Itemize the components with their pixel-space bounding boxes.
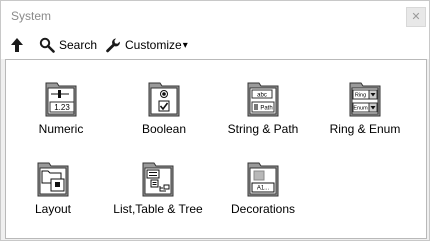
palette-item-label: Boolean [141,122,187,136]
palette-item-label: Numeric [38,122,84,136]
numeric-icon: 1.23 [45,82,77,117]
palette-item-decorations[interactable]: A1... Decorations [208,140,318,216]
palette-item-label: Decorations [230,202,296,216]
palette-item-label: String & Path [227,122,299,136]
palette-item-numeric[interactable]: 1.23 Numeric [6,60,116,136]
wrench-icon [106,38,120,53]
up-button[interactable] [9,36,25,54]
title-bar: System ✕ [1,1,429,31]
customize-label: Customize [125,38,182,52]
string-icon-value: abc [257,93,267,99]
path-icon-value: Path [260,106,272,112]
enum-icon-value: Enum [353,106,368,112]
search-label: Search [59,38,98,52]
decorations-icon-value: A1... [257,186,270,192]
ring-icon-value: Ring [355,93,366,99]
palette-item-ring-enum[interactable]: Ring Enum Ring & Enum [310,60,420,136]
decorations-icon: A1... [247,162,279,197]
palette-item-label: List,Table & Tree [113,202,203,216]
ring-enum-icon: Ring Enum [349,82,381,117]
palette-item-list-table-tree[interactable]: List,Table & Tree [103,140,213,216]
close-button[interactable]: ✕ [406,7,426,27]
boolean-icon [148,82,180,117]
palette-item-layout[interactable]: Layout [0,140,108,216]
numeric-icon-value: 1.23 [54,103,70,112]
window-title: System [11,9,52,23]
palette-item-label: Ring & Enum [329,122,401,136]
customize-button[interactable]: Customize ▾ [105,36,188,54]
chevron-down-icon: ▾ [182,39,188,51]
toolbar: Search Customize ▾ [1,31,429,59]
string-path-icon: abc Path [247,82,279,117]
palette-item-string-path[interactable]: abc Path String & Path [208,60,318,136]
search-button[interactable]: Search [39,36,97,54]
search-icon [39,37,55,53]
palette-window: System ✕ Search Customize ▾ 1.23 Numeric… [0,0,430,241]
layout-icon [37,162,69,197]
arrow-up-icon [11,38,23,52]
palette-item-label: Layout [34,202,72,216]
palette-panel: 1.23 Numeric Boolean abc Path String & P… [5,59,427,239]
palette-item-boolean[interactable]: Boolean [109,60,219,136]
list-table-tree-icon [142,162,174,197]
